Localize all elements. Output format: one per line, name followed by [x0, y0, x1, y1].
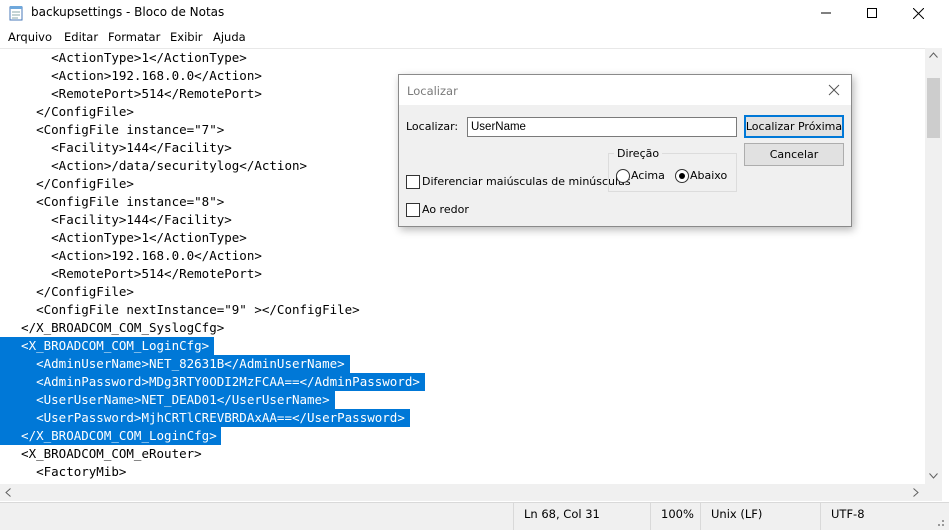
- scroll-right-icon[interactable]: [913, 488, 919, 497]
- maximize-button[interactable]: [849, 0, 895, 26]
- direction-down-radio[interactable]: [675, 169, 689, 183]
- editor-line: </ConfigFile>: [6, 104, 134, 119]
- close-icon[interactable]: [825, 81, 843, 99]
- find-dialog: Localizar Localizar: Localizar Próxima C…: [398, 74, 852, 227]
- find-dialog-titlebar[interactable]: Localizar: [399, 75, 851, 105]
- menu-ajuda[interactable]: Ajuda: [213, 30, 246, 44]
- notepad-icon: [9, 6, 23, 21]
- resize-grip-icon[interactable]: [934, 516, 945, 527]
- editor-line: <Action>/data/securitylog</Action>: [6, 158, 308, 173]
- menu-formatar[interactable]: Formatar: [108, 30, 160, 44]
- status-bar: Ln 68, Col 31 100% Unix (LF) UTF-8: [0, 502, 949, 530]
- find-label: Localizar:: [406, 120, 459, 133]
- horizontal-scrollbar[interactable]: [0, 484, 925, 501]
- menu-exibir[interactable]: Exibir: [170, 30, 203, 44]
- status-line-ending: Unix (LF): [700, 503, 820, 530]
- editor-line: <Action>192.168.0.0</Action>: [6, 248, 262, 263]
- editor-line: <AdminPassword>MDg3RTY0ODI2MzFCAA==</Adm…: [6, 374, 420, 389]
- editor-line: </ConfigFile>: [6, 176, 134, 191]
- direction-label: Direção: [614, 147, 663, 160]
- match-case-checkbox[interactable]: [406, 175, 420, 189]
- window-title: backupsettings - Bloco de Notas: [31, 5, 225, 19]
- scroll-down-icon[interactable]: [929, 473, 938, 479]
- direction-up-radio[interactable]: [616, 169, 630, 183]
- match-case-label[interactable]: Diferenciar maiúsculas de minúsculas: [422, 175, 631, 188]
- wrap-around-label[interactable]: Ao redor: [422, 203, 469, 216]
- editor-line: <X_BROADCOM_COM_LoginCfg>: [6, 338, 210, 353]
- editor-line: <FactoryMib>: [6, 464, 127, 479]
- editor-line: <ConfigFile instance="8">: [6, 194, 225, 209]
- menu-bar: Arquivo Editar Formatar Exibir Ajuda: [0, 28, 949, 48]
- maximize-icon: [867, 8, 877, 18]
- menu-editar[interactable]: Editar: [64, 30, 98, 44]
- direction-down-label[interactable]: Abaixo: [690, 169, 727, 182]
- cancel-button[interactable]: Cancelar: [744, 143, 844, 166]
- radio-selected-dot: [679, 173, 685, 179]
- scroll-up-icon[interactable]: [929, 52, 938, 58]
- editor-line: <RemotePort>514</RemotePort>: [6, 266, 262, 281]
- editor-line: </X_BROADCOM_COM_SyslogCfg>: [6, 320, 225, 335]
- status-encoding: UTF-8: [820, 503, 949, 530]
- close-window-button[interactable]: [895, 0, 941, 26]
- editor-line: </ConfigFile>: [6, 284, 134, 299]
- editor-line: <X_BROADCOM_COM_eRouter>: [6, 446, 202, 461]
- editor-line: <ActionType>1</ActionType>: [6, 50, 247, 65]
- editor-line: </X_BROADCOM_COM_LoginCfg>: [6, 428, 217, 443]
- find-next-button[interactable]: Localizar Próxima: [744, 115, 844, 138]
- menu-arquivo[interactable]: Arquivo: [8, 30, 52, 44]
- wrap-around-checkbox[interactable]: [406, 203, 420, 217]
- editor-line: <ConfigFile instance="7">: [6, 122, 225, 137]
- find-input[interactable]: [467, 117, 737, 137]
- editor-line: <ActionType>1</ActionType>: [6, 230, 247, 245]
- editor-line: <Facility>144</Facility>: [6, 212, 232, 227]
- minimize-icon: [821, 12, 831, 14]
- vertical-scroll-thumb[interactable]: [927, 78, 940, 138]
- editor-line: <UserPassword>MjhCRTlCREVBRDAxAA==</User…: [6, 410, 405, 425]
- minimize-button[interactable]: [803, 0, 849, 26]
- editor-line: <AdminUserName>NET_82631B</AdminUserName…: [6, 356, 345, 371]
- close-icon: [912, 7, 924, 19]
- scroll-left-icon[interactable]: [5, 488, 11, 497]
- editor-line: <ConfigFile nextInstance="9" ></ConfigFi…: [6, 302, 360, 317]
- vertical-scrollbar[interactable]: [925, 48, 942, 484]
- editor-line: <UserUserName>NET_DEAD01</UserUserName>: [6, 392, 330, 407]
- find-dialog-title: Localizar: [407, 84, 458, 98]
- editor-line: <Facility>144</Facility>: [6, 140, 232, 155]
- direction-up-label[interactable]: Acima: [631, 169, 665, 182]
- title-bar: backupsettings - Bloco de Notas: [0, 0, 949, 26]
- editor-line: <RemotePort>514</RemotePort>: [6, 86, 262, 101]
- scroll-corner: [925, 484, 942, 501]
- editor-line: <Action>192.168.0.0</Action>: [6, 68, 262, 83]
- status-cursor-position: Ln 68, Col 31: [513, 503, 660, 530]
